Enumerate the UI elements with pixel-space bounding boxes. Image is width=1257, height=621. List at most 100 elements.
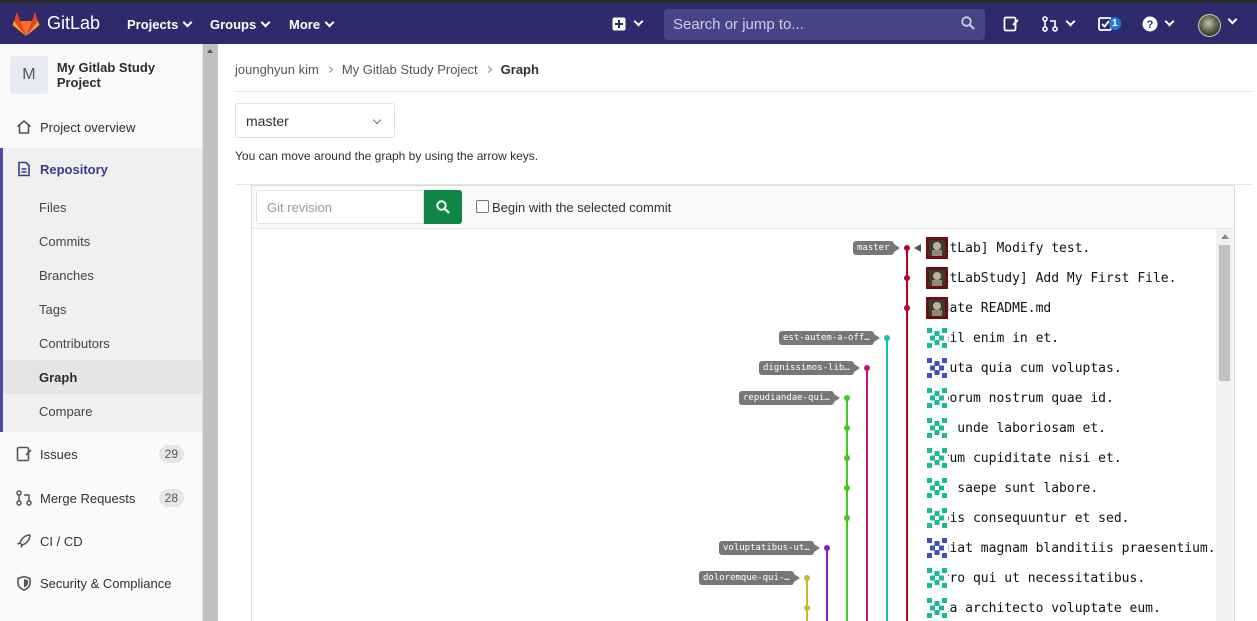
nav-projects[interactable]: Projects [127, 17, 193, 32]
commit-message[interactable]: Porro qui ut necessitatibus. [926, 571, 1145, 586]
commit-row[interactable]: [GitLabStudy] Add My First File. [926, 267, 1176, 289]
branch-ref-label[interactable]: doloremque-qui-… [699, 571, 800, 585]
commit-row[interactable]: Nobis consequuntur et sed. [926, 507, 1130, 529]
commit-message[interactable]: [GitLabStudy] Add My First File. [926, 271, 1176, 286]
gitlab-brand-name: GitLab [47, 13, 101, 33]
scroll-up-arrow-icon[interactable] [207, 49, 213, 53]
issues-count-badge: 29 [158, 445, 184, 463]
sidebar-item-contributors[interactable]: Contributors [3, 326, 202, 360]
search-input[interactable] [673, 16, 953, 33]
commit-message[interactable]: Laborum nostrum quae id. [926, 391, 1114, 406]
git-revision-input[interactable] [256, 190, 424, 224]
sidebar-item-graph[interactable]: Graph [3, 360, 202, 394]
chevron-down-icon [260, 17, 271, 28]
sidebar-item-label: Repository [40, 161, 108, 177]
sidebar-item-issues[interactable]: Issues 29 [0, 432, 202, 476]
gitlab-home-link[interactable]: GitLab [12, 11, 100, 37]
sidebar-item-cicd[interactable]: CI / CD [0, 520, 202, 562]
question-circle-icon: ? [1142, 16, 1158, 31]
commit-graph[interactable]: master [GitLab] Modify test. [GitLabStudy]… [252, 229, 1234, 621]
nav-groups[interactable]: Groups [210, 17, 271, 32]
commit-dot[interactable] [864, 365, 870, 371]
global-search[interactable] [664, 9, 985, 40]
commit-message[interactable]: Quia architecto voluptate eum. [926, 601, 1161, 616]
graph-hint-text: You can move around the graph by using t… [235, 149, 539, 163]
sidebar-item-files[interactable]: Files [3, 190, 202, 224]
commit-dot[interactable] [844, 455, 850, 461]
identicon-avatar [926, 447, 948, 469]
branch-ref-label[interactable]: est-autem-a-off… [779, 331, 880, 345]
scroll-thumb[interactable] [1219, 245, 1230, 381]
commit-dot[interactable] [904, 245, 910, 251]
commit-row[interactable]: Aut unde laboriosam et. [926, 417, 1106, 439]
commit-dot[interactable] [844, 425, 850, 431]
breadcrumb-user[interactable]: jounghyun kim [235, 62, 319, 77]
branch-ref-label[interactable]: dignissimos-lib… [759, 361, 860, 375]
commit-row[interactable]: Laborum nostrum quae id. [926, 387, 1114, 409]
branch-ref-label[interactable]: voluptatibus-ut… [719, 541, 820, 555]
issues-nav-button[interactable] [1003, 3, 1019, 44]
chevron-right-icon [325, 65, 333, 74]
breadcrumb-current[interactable]: Graph [501, 62, 539, 77]
commit-message[interactable]: Aut saepe sunt labore. [926, 481, 1098, 496]
merge-requests-nav-button[interactable] [1042, 3, 1076, 44]
nav-more[interactable]: More [289, 17, 335, 32]
commit-row[interactable]: Fugiat magnam blanditiis praesentium. [926, 537, 1216, 559]
commit-message[interactable]: Fugiat magnam blanditiis praesentium. [926, 541, 1216, 556]
begin-with-selected-label[interactable]: Begin with the selected commit [492, 200, 671, 215]
commit-dot[interactable] [904, 305, 910, 311]
home-icon [16, 119, 32, 134]
help-button[interactable]: ? [1142, 3, 1175, 44]
gitlab-logo-icon [12, 11, 40, 36]
commit-dot[interactable] [884, 335, 890, 341]
commit-message[interactable]: Soluta quia cum voluptas. [926, 361, 1122, 376]
commit-dot[interactable] [844, 395, 850, 401]
sidebar-item-project-overview[interactable]: Project overview [0, 106, 202, 148]
commit-dot[interactable] [804, 575, 810, 581]
begin-with-selected-checkbox[interactable] [476, 200, 489, 213]
search-revision-button[interactable] [424, 190, 462, 224]
graph-scrollbar[interactable] [1216, 229, 1233, 621]
user-avatar[interactable] [1198, 14, 1221, 37]
branch-select-dropdown[interactable]: master [235, 103, 395, 138]
sidebar-item-repository[interactable]: Repository [3, 148, 202, 190]
sidebar-item-compare[interactable]: Compare [3, 394, 202, 432]
sidebar-section-repository: Repository Files Commits Branches Tags C… [0, 148, 202, 432]
sidebar-item-commits[interactable]: Commits [3, 224, 202, 258]
chevron-down-icon [633, 16, 644, 27]
commit-message[interactable]: Harum cupiditate nisi et. [926, 451, 1122, 466]
commit-dot[interactable] [844, 515, 850, 521]
commit-dot[interactable] [824, 545, 830, 551]
branch-ref-label[interactable]: repudiandae-qui… [739, 391, 840, 405]
scroll-up-arrow-icon[interactable] [1221, 234, 1229, 239]
commit-row[interactable]: Soluta quia cum voluptas. [926, 357, 1122, 379]
document-icon [18, 161, 30, 177]
commit-row[interactable]: Aut saepe sunt labore. [926, 477, 1098, 499]
project-header[interactable]: M My Gitlab Study Project [0, 44, 202, 106]
commit-dot[interactable] [844, 485, 850, 491]
chevron-down-icon[interactable] [1227, 14, 1238, 25]
commit-row[interactable]: Nihil enim in et. [926, 327, 1059, 349]
commit-message[interactable]: [GitLab] Modify test. [926, 241, 1090, 256]
commit-row[interactable]: [GitLab] Modify test. [926, 237, 1090, 259]
breadcrumb-project[interactable]: My Gitlab Study Project [342, 62, 478, 77]
commit-row[interactable]: Update README.md [926, 297, 1051, 319]
sidebar-item-security[interactable]: Security & Compliance [0, 562, 202, 604]
sidebar-scrollbar[interactable] [203, 44, 218, 621]
branch-ref-label[interactable]: master [853, 241, 899, 255]
commit-dot[interactable] [804, 605, 810, 611]
commit-message[interactable]: Aut unde laboriosam et. [926, 421, 1106, 436]
commit-row[interactable]: Harum cupiditate nisi et. [926, 447, 1122, 469]
sidebar-item-merge-requests[interactable]: Merge Requests 28 [0, 476, 202, 520]
commit-message[interactable]: Nobis consequuntur et sed. [926, 511, 1130, 526]
sidebar-item-tags[interactable]: Tags [3, 292, 202, 326]
commit-row[interactable]: Porro qui ut necessitatibus. [926, 567, 1145, 589]
commit-row[interactable]: Quia architecto voluptate eum. [926, 597, 1161, 619]
search-icon [961, 16, 975, 30]
nav-groups-label: Groups [210, 17, 257, 32]
sidebar-item-label: Project overview [40, 119, 136, 135]
sidebar-item-branches[interactable]: Branches [3, 258, 202, 292]
new-dropdown-button[interactable] [612, 3, 644, 44]
commit-dot[interactable] [904, 275, 910, 281]
chevron-right-icon [484, 65, 492, 74]
